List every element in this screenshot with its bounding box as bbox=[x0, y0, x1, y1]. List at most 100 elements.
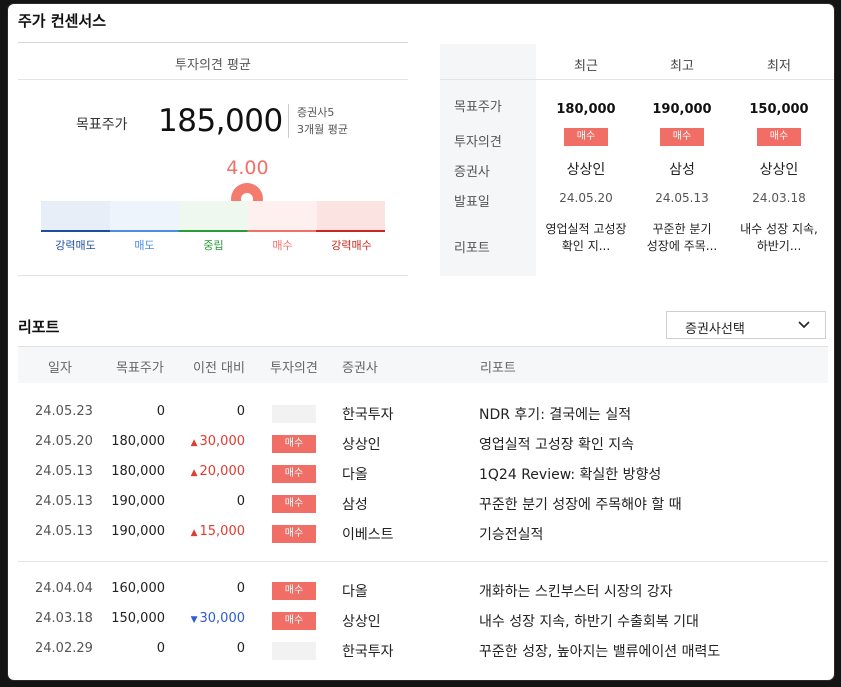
recent-report-link[interactable]: 영업실적 고성장 확인 지... bbox=[545, 221, 627, 255]
scale-label-sell: 매도 bbox=[134, 239, 155, 252]
divider bbox=[18, 42, 408, 43]
row-report-link[interactable]: 기승전실적 bbox=[479, 524, 543, 544]
stock-consensus-panel: 주가 컨센서스 투자의견 평균 목표주가 185,000 증권사5 3개월 평균… bbox=[8, 4, 834, 680]
row-firm: 상상인 bbox=[342, 614, 381, 630]
row-firm: 이베스트 bbox=[342, 527, 394, 543]
row-target-price: 160,000 bbox=[111, 581, 165, 596]
scale-segment-sell bbox=[110, 201, 179, 231]
recent-firm: 상상인 bbox=[566, 162, 606, 178]
row-report-link[interactable]: 내수 성장 지속, 하반기 수출회복 기대 bbox=[479, 611, 699, 631]
row-target-price: 0 bbox=[156, 641, 165, 656]
row-opinion-badge: 매수 bbox=[272, 495, 316, 513]
chevron-down-icon bbox=[798, 321, 810, 329]
row-change-value: 0 bbox=[236, 641, 245, 656]
column-header-recent: 최근 bbox=[574, 59, 598, 74]
row-label-date: 발표일 bbox=[454, 195, 490, 210]
triangle-up-icon: ▲ bbox=[190, 438, 198, 448]
row-opinion-empty bbox=[272, 405, 316, 423]
row-target-price: 180,000 bbox=[111, 464, 165, 479]
firm-count: 증권사5 bbox=[297, 106, 335, 119]
row-change: ▼ 30,000 bbox=[168, 611, 245, 626]
row-change: 0 bbox=[168, 581, 245, 596]
row-report-link[interactable]: 1Q24 Review: 확실한 방향성 bbox=[479, 464, 661, 484]
row-target-price: 150,000 bbox=[111, 611, 165, 626]
row-change-value: 0 bbox=[236, 404, 245, 419]
row-change-value: 15,000 bbox=[199, 524, 246, 539]
row-date: 24.03.18 bbox=[35, 611, 93, 626]
row-firm: 다올 bbox=[342, 467, 368, 483]
row-change: ▲ 20,000 bbox=[168, 464, 245, 479]
scale-segment-neutral bbox=[179, 201, 248, 231]
col-header-report: 리포트 bbox=[480, 361, 516, 376]
broker-select-dropdown[interactable]: 증권사선택 bbox=[666, 311, 826, 339]
row-label-target: 목표주가 bbox=[454, 100, 502, 115]
scale-segment-buy bbox=[248, 201, 317, 231]
triangle-down-icon: ▼ bbox=[190, 615, 198, 625]
scale-baseline bbox=[41, 230, 385, 232]
scale-segment-strong-buy bbox=[317, 201, 385, 231]
row-date: 24.05.13 bbox=[35, 524, 93, 539]
row-label-firm: 증권사 bbox=[454, 165, 490, 180]
row-date: 24.05.13 bbox=[35, 464, 93, 479]
divider bbox=[440, 79, 834, 80]
scale-segment-strong-sell bbox=[41, 201, 110, 231]
row-change-value: 30,000 bbox=[199, 611, 246, 626]
low-report-link[interactable]: 내수 성장 지속, 하반기... bbox=[738, 221, 820, 255]
row-target-price: 190,000 bbox=[111, 524, 165, 539]
scale-label-strong-sell: 강력매도 bbox=[55, 239, 96, 252]
row-report-link[interactable]: 꾸준한 분기 성장에 주목해야 할 때 bbox=[479, 494, 682, 514]
high-firm: 삼성 bbox=[669, 162, 695, 178]
row-opinion-badge: 매수 bbox=[272, 525, 316, 543]
col-header-firm: 증권사 bbox=[342, 361, 378, 376]
row-report-link[interactable]: 영업실적 고성장 확인 지속 bbox=[479, 434, 634, 454]
scale-label-buy: 매수 bbox=[272, 239, 293, 252]
row-date: 24.05.23 bbox=[35, 404, 93, 419]
col-header-change: 이전 대비 bbox=[193, 361, 245, 376]
row-opinion-badge: 매수 bbox=[272, 465, 316, 483]
col-header-opinion: 투자의견 bbox=[270, 361, 318, 376]
high-opinion-badge: 매수 bbox=[660, 128, 704, 146]
col-header-date: 일자 bbox=[48, 361, 72, 376]
row-firm: 삼성 bbox=[342, 497, 368, 513]
row-change: ▲ 30,000 bbox=[168, 434, 245, 449]
row-firm: 한국투자 bbox=[342, 407, 394, 423]
row-report-link[interactable]: 꾸준한 성장, 높아지는 밸류에이션 매력도 bbox=[479, 641, 720, 661]
col-header-target: 목표주가 bbox=[116, 361, 164, 376]
low-opinion-badge: 매수 bbox=[757, 128, 801, 146]
row-change: 0 bbox=[168, 404, 245, 419]
row-change-value: 20,000 bbox=[199, 464, 246, 479]
row-date: 24.02.29 bbox=[35, 641, 93, 656]
row-firm: 상상인 bbox=[342, 437, 381, 453]
reports-title: 리포트 bbox=[18, 318, 60, 336]
column-header-low: 최저 bbox=[767, 59, 791, 74]
row-change-value: 0 bbox=[236, 494, 245, 509]
row-firm: 다올 bbox=[342, 584, 368, 600]
consensus-title: 주가 컨센서스 bbox=[18, 12, 107, 30]
divider bbox=[18, 275, 408, 276]
target-price-label: 목표주가 bbox=[76, 117, 128, 133]
broker-select-label: 증권사선택 bbox=[685, 322, 745, 337]
row-report-link[interactable]: 개화하는 스킨부스터 시장의 강자 bbox=[479, 581, 673, 601]
row-target-price: 180,000 bbox=[111, 434, 165, 449]
triangle-up-icon: ▲ bbox=[190, 468, 198, 478]
group-divider bbox=[18, 561, 828, 562]
high-target: 190,000 bbox=[652, 102, 712, 117]
row-label-opinion: 투자의견 bbox=[454, 135, 502, 150]
row-report-link[interactable]: NDR 후기: 결국에는 실적 bbox=[479, 404, 631, 424]
row-opinion-badge: 매수 bbox=[272, 582, 316, 600]
row-target-price: 190,000 bbox=[111, 494, 165, 509]
high-report-link[interactable]: 꾸준한 분기 성장에 주목... bbox=[641, 221, 723, 255]
row-change-value: 30,000 bbox=[199, 434, 246, 449]
row-firm: 한국투자 bbox=[342, 644, 394, 660]
scale-label-neutral: 중립 bbox=[203, 239, 224, 252]
row-change-value: 0 bbox=[236, 581, 245, 596]
row-change: 0 bbox=[168, 641, 245, 656]
high-date: 24.05.13 bbox=[655, 191, 709, 205]
divider bbox=[18, 79, 408, 80]
row-opinion-badge: 매수 bbox=[272, 612, 316, 630]
recent-date: 24.05.20 bbox=[559, 191, 613, 205]
target-price-value: 185,000 bbox=[158, 103, 283, 139]
row-target-price: 0 bbox=[156, 404, 165, 419]
avg-opinion-header: 투자의견 평균 bbox=[175, 58, 251, 73]
row-change: ▲ 15,000 bbox=[168, 524, 245, 539]
